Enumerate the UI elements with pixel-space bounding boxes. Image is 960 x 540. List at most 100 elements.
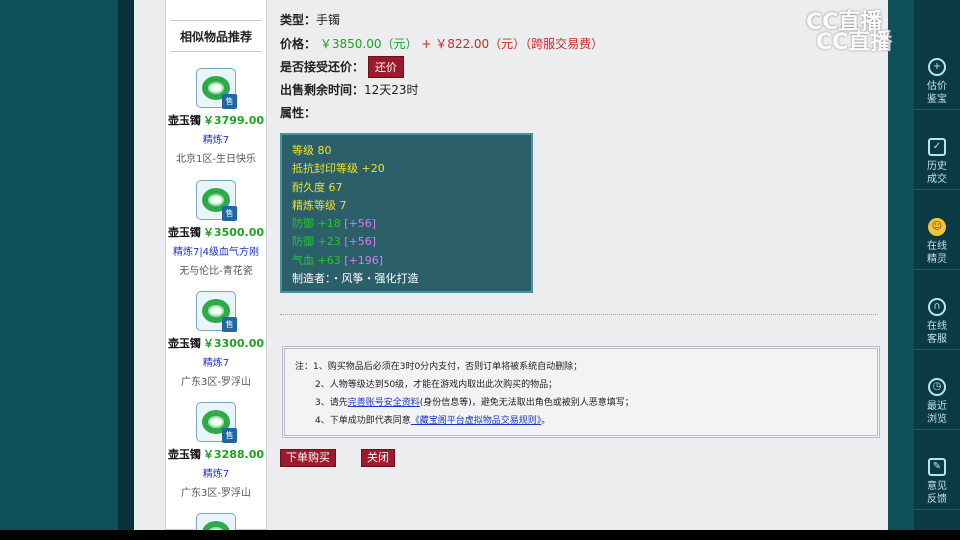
bracelet-icon[interactable]: 售 bbox=[196, 291, 237, 332]
attr-defense-2-extra: [+56] bbox=[344, 235, 377, 249]
close-button[interactable]: 关闭 bbox=[361, 449, 395, 467]
headset-icon: ∩ bbox=[928, 298, 946, 316]
similar-item-refine: 精炼7 bbox=[202, 469, 230, 480]
bracelet-icon[interactable]: 售 bbox=[196, 68, 237, 109]
similar-item-server: 广东3区-罗浮山 bbox=[181, 488, 251, 499]
similar-item-price: ￥3799.00 bbox=[202, 114, 265, 127]
background-left-edge bbox=[118, 0, 134, 540]
notice-line-4-pre: 4、下单成功即代表同意 bbox=[315, 416, 411, 426]
notice-line-2: 2、人物等级达到50级，才能在游戏内取出此次购买的物品； bbox=[315, 380, 558, 390]
bracelet-icon[interactable]: 售 bbox=[196, 402, 237, 443]
plus-icon: + bbox=[928, 58, 946, 76]
item-type-row: 类型：手镯 bbox=[280, 11, 340, 28]
toolbar-recent[interactable]: ◷ 最近 浏览 bbox=[914, 372, 960, 430]
similar-item-price: ￥3300.00 bbox=[202, 337, 265, 350]
toolbar-recent-l1: 最近 bbox=[927, 401, 947, 412]
toolbar-recent-l2: 浏览 bbox=[927, 414, 947, 425]
attr-refine-level: 精炼等级 7 bbox=[292, 198, 347, 212]
attr-hp: 气血 +63 [+196] bbox=[292, 252, 521, 270]
similar-item-refine: 精炼7|4级血气方刚 bbox=[172, 247, 260, 258]
toolbar-feedback-l2: 反馈 bbox=[927, 494, 947, 505]
similar-item-2[interactable]: 售 壶玉镯 ￥3500.00 精炼7|4级血气方刚 无与伦比-青花瓷 bbox=[166, 180, 266, 277]
similar-items-panel: 相似物品推荐 售 壶玉镯 ￥3799.00 精炼7 北京1区-生日快乐 售 壶玉镯… bbox=[165, 0, 267, 540]
attr-defense-1-value: 防御 +18 bbox=[292, 217, 341, 231]
shield-icon: ✓ bbox=[928, 138, 946, 156]
similar-item-1[interactable]: 售 壶玉镯 ￥3799.00 精炼7 北京1区-生日快乐 bbox=[166, 68, 266, 165]
edit-icon: ✎ bbox=[928, 458, 946, 476]
toolbar-sprite-l1: 在线 bbox=[927, 241, 947, 252]
place-order-button[interactable]: 下单购买 bbox=[280, 449, 336, 467]
toolbar-feedback-l1: 意见 bbox=[927, 481, 947, 492]
similar-item-refine: 精炼7 bbox=[202, 358, 230, 369]
divider bbox=[280, 314, 878, 315]
attributes-label-row: 属性： bbox=[280, 104, 316, 121]
clock-icon: ◷ bbox=[928, 378, 946, 396]
account-security-link[interactable]: 完善账号安全资料 bbox=[348, 398, 420, 408]
time-left-label: 出售剩余时间： bbox=[280, 83, 365, 97]
attr-maker: 制造者：・风筝・强化打造 bbox=[292, 272, 419, 286]
background-left bbox=[0, 0, 118, 540]
notice-box: 注：1、购买物品后必须在3时0分内支付，否则订单将被系统自动删除； 2、人物等级… bbox=[282, 346, 880, 438]
bracelet-icon[interactable]: 售 bbox=[196, 180, 237, 221]
attr-defense-2-value: 防御 +23 bbox=[292, 235, 341, 249]
similar-item-server: 无与伦比-青花瓷 bbox=[179, 266, 253, 277]
background-right bbox=[888, 0, 914, 540]
attr-hp-extra: [+196] bbox=[344, 253, 384, 267]
trade-rules-link[interactable]: 《藏宝阁平台虚拟物品交易规则》 bbox=[411, 416, 542, 426]
similar-item-refine: 精炼7 bbox=[202, 135, 230, 146]
avatar-icon: ☺ bbox=[928, 218, 946, 236]
similar-item-server: 广东3区-罗浮山 bbox=[181, 377, 251, 388]
toolbar-feedback[interactable]: ✎ 意见 反馈 bbox=[914, 452, 960, 510]
toolbar-service[interactable]: ∩ 在线 客服 bbox=[914, 292, 960, 350]
counter-offer-label: 是否接受还价： bbox=[280, 60, 365, 74]
notice-line-3-post: (身份信息等)，避免无法取出角色或被别人恶意填写； bbox=[419, 398, 634, 408]
similar-item-server: 北京1区-生日快乐 bbox=[176, 154, 256, 165]
attr-hp-value: 气血 +63 bbox=[292, 253, 341, 267]
similar-item-price: ￥3500.00 bbox=[202, 226, 265, 239]
similar-item-price: ￥3288.00 bbox=[202, 448, 265, 461]
notice-line-1: 注：1、购买物品后必须在3时0分内支付，否则订单将被系统自动删除； bbox=[295, 362, 583, 372]
item-price-main: ￥3850.00（元） bbox=[319, 37, 418, 51]
time-left-value: 12天23时 bbox=[364, 83, 419, 97]
toolbar-service-l2: 客服 bbox=[927, 334, 947, 345]
toolbar-appraise-l2: 鉴宝 bbox=[927, 94, 947, 105]
item-price-label: 价格： bbox=[280, 37, 317, 51]
similar-item-name: 壶玉镯 bbox=[167, 114, 201, 127]
bottom-bar bbox=[0, 530, 960, 540]
price-plus-sign: + bbox=[421, 37, 432, 51]
attr-durability: 耐久度 67 bbox=[292, 180, 343, 194]
counter-offer-button[interactable]: 还价 bbox=[367, 56, 404, 78]
item-price-row: 价格： ￥3850.00（元） + ￥822.00（元）（跨服交易费） bbox=[280, 35, 603, 52]
attr-defense-2: 防御 +23 [+56] bbox=[292, 233, 521, 251]
similar-items-title: 相似物品推荐 bbox=[170, 20, 262, 52]
similar-item-4[interactable]: 售 壶玉镯 ￥3288.00 精炼7 广东3区-罗浮山 bbox=[166, 402, 266, 499]
time-left-row: 出售剩余时间：12天23时 bbox=[280, 81, 419, 98]
item-type-value: 手镯 bbox=[316, 13, 341, 27]
right-toolbar: + 估价 鉴宝 ✓ 历史 成交 ☺ 在线 精灵 ∩ 在线 客服 ◷ 最近 浏览 … bbox=[914, 0, 960, 530]
toolbar-history-l1: 历史 bbox=[927, 161, 947, 172]
similar-item-name: 壶玉镯 bbox=[167, 337, 201, 350]
toolbar-history[interactable]: ✓ 历史 成交 bbox=[914, 132, 960, 190]
watermark-line-2: CC直播 bbox=[816, 30, 893, 55]
attributes-box: 等级 80 抵抗封印等级 +20 耐久度 67 精炼等级 7 防御 +18 [+… bbox=[280, 133, 533, 293]
toolbar-appraise[interactable]: + 估价 鉴宝 bbox=[914, 52, 960, 110]
sale-tag: 售 bbox=[222, 94, 237, 109]
similar-item-name: 壶玉镯 bbox=[167, 448, 201, 461]
item-type-label: 类型： bbox=[280, 13, 317, 27]
sale-tag: 售 bbox=[222, 206, 237, 221]
toolbar-service-l1: 在线 bbox=[927, 321, 947, 332]
sale-tag: 售 bbox=[222, 428, 237, 443]
notice-line-4: 4、下单成功即代表同意《藏宝阁平台虚拟物品交易规则》。 bbox=[295, 412, 867, 430]
attr-seal-resist: 抵抗封印等级 +20 bbox=[292, 162, 385, 176]
attr-defense-1-extra: [+56] bbox=[344, 217, 377, 231]
notice-line-4-post: 。 bbox=[541, 416, 551, 426]
similar-item-3[interactable]: 售 壶玉镯 ￥3300.00 精炼7 广东3区-罗浮山 bbox=[166, 291, 266, 388]
item-price-fee: ￥822.00（元）（跨服交易费） bbox=[435, 37, 604, 51]
notice-line-3: 3、请先完善账号安全资料(身份信息等)，避免无法取出角色或被别人恶意填写； bbox=[295, 394, 867, 412]
similar-item-name: 壶玉镯 bbox=[167, 226, 201, 239]
attributes-label: 属性： bbox=[280, 106, 317, 120]
toolbar-history-l2: 成交 bbox=[927, 174, 947, 185]
counter-offer-row: 是否接受还价： 还价 bbox=[280, 56, 404, 78]
cc-live-watermark: CC直播 CC直播 bbox=[806, 12, 892, 54]
toolbar-sprite[interactable]: ☺ 在线 精灵 bbox=[914, 212, 960, 270]
